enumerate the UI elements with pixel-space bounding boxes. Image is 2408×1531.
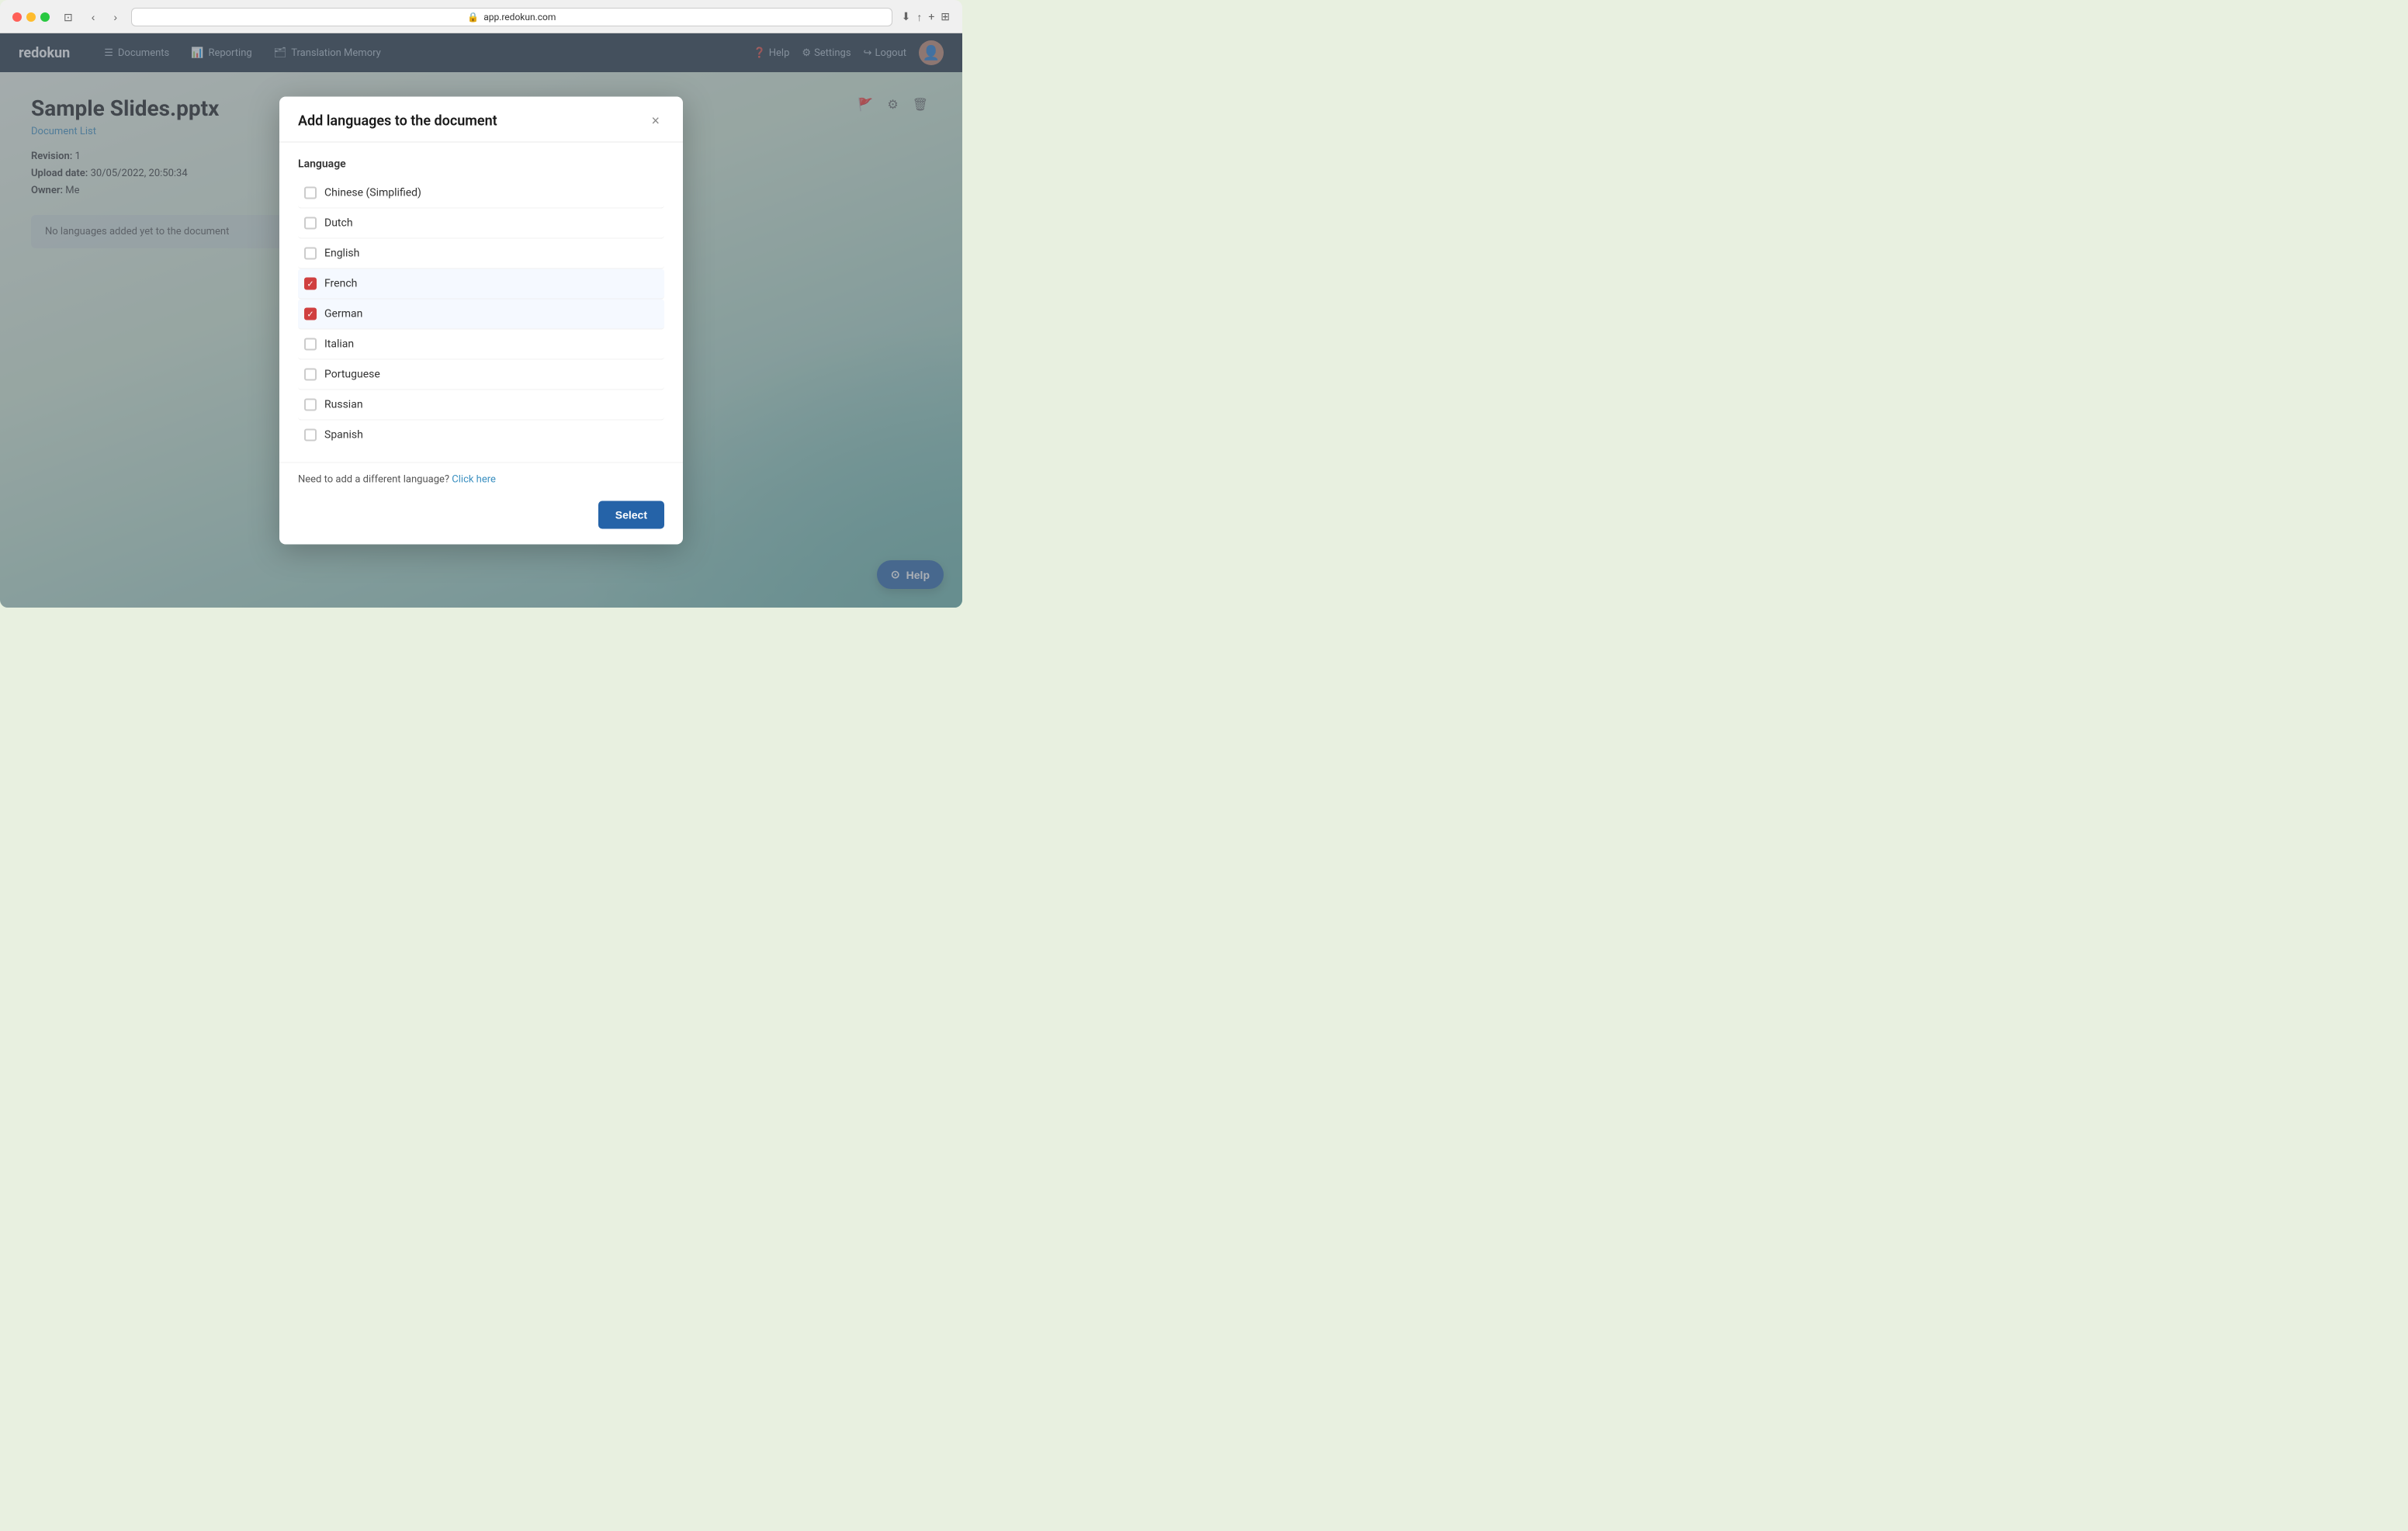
lang-item-french[interactable]: French — [298, 269, 664, 300]
traffic-lights — [12, 12, 50, 22]
close-traffic-light[interactable] — [12, 12, 22, 22]
lang-checkbox-chinese_simplified[interactable] — [304, 187, 317, 199]
minimize-traffic-light[interactable] — [26, 12, 36, 22]
lang-label-dutch: Dutch — [324, 217, 353, 230]
lang-label-french: French — [324, 278, 357, 290]
lang-label-portuguese: Portuguese — [324, 369, 380, 381]
lang-checkbox-portuguese[interactable] — [304, 369, 317, 381]
maximize-traffic-light[interactable] — [40, 12, 50, 22]
lang-item-dutch[interactable]: Dutch — [298, 209, 664, 239]
add-languages-modal: Add languages to the document × Language… — [279, 97, 683, 545]
lang-item-spanish[interactable]: Spanish — [298, 421, 664, 450]
forward-button[interactable]: › — [109, 9, 122, 25]
lang-label-russian: Russian — [324, 399, 363, 411]
lang-item-german[interactable]: German — [298, 300, 664, 330]
language-column-header: Language — [298, 155, 664, 178]
lang-checkbox-english[interactable] — [304, 248, 317, 260]
modal-header: Add languages to the document × — [279, 97, 683, 143]
lang-item-italian[interactable]: Italian — [298, 330, 664, 360]
new-tab-icon[interactable]: + — [928, 11, 934, 24]
lang-label-english: English — [324, 248, 359, 260]
lang-label-italian: Italian — [324, 338, 354, 351]
sidebar-toggle-button[interactable]: ⊡ — [59, 9, 78, 26]
lang-label-german: German — [324, 308, 362, 320]
lang-item-chinese_simplified[interactable]: Chinese (Simplified) — [298, 178, 664, 209]
lang-checkbox-italian[interactable] — [304, 338, 317, 351]
select-button[interactable]: Select — [598, 501, 664, 529]
modal-footer-note: Need to add a different language? Click … — [279, 462, 683, 494]
back-button[interactable]: ‹ — [87, 9, 100, 25]
address-bar[interactable]: 🔒 app.redokun.com — [131, 8, 892, 26]
lang-label-spanish: Spanish — [324, 429, 363, 442]
lang-checkbox-german[interactable] — [304, 308, 317, 320]
lang-checkbox-spanish[interactable] — [304, 429, 317, 442]
modal-body: Language Chinese (Simplified) Dutch Englis… — [279, 143, 683, 462]
lang-item-russian[interactable]: Russian — [298, 390, 664, 421]
lang-item-english[interactable]: English — [298, 239, 664, 269]
lock-icon: 🔒 — [467, 12, 479, 23]
modal-footer-actions: Select — [279, 494, 683, 545]
lang-item-portuguese[interactable]: Portuguese — [298, 360, 664, 390]
lang-checkbox-russian[interactable] — [304, 399, 317, 411]
browser-actions: ⬇ ↑ + ⊞ — [902, 11, 950, 24]
url-text: app.redokun.com — [483, 12, 556, 23]
modal-close-button[interactable]: × — [646, 113, 664, 130]
lang-checkbox-french[interactable] — [304, 278, 317, 290]
language-list: Chinese (Simplified) Dutch English French Ge… — [298, 178, 664, 450]
footer-click-here-link[interactable]: Click here — [452, 474, 496, 486]
grid-icon[interactable]: ⊞ — [941, 11, 950, 24]
lang-checkbox-dutch[interactable] — [304, 217, 317, 230]
modal-title: Add languages to the document — [298, 113, 497, 129]
footer-note-text: Need to add a different language? — [298, 474, 449, 486]
download-icon[interactable]: ⬇ — [902, 11, 911, 24]
lang-label-chinese_simplified: Chinese (Simplified) — [324, 187, 421, 199]
share-icon[interactable]: ↑ — [916, 11, 922, 24]
